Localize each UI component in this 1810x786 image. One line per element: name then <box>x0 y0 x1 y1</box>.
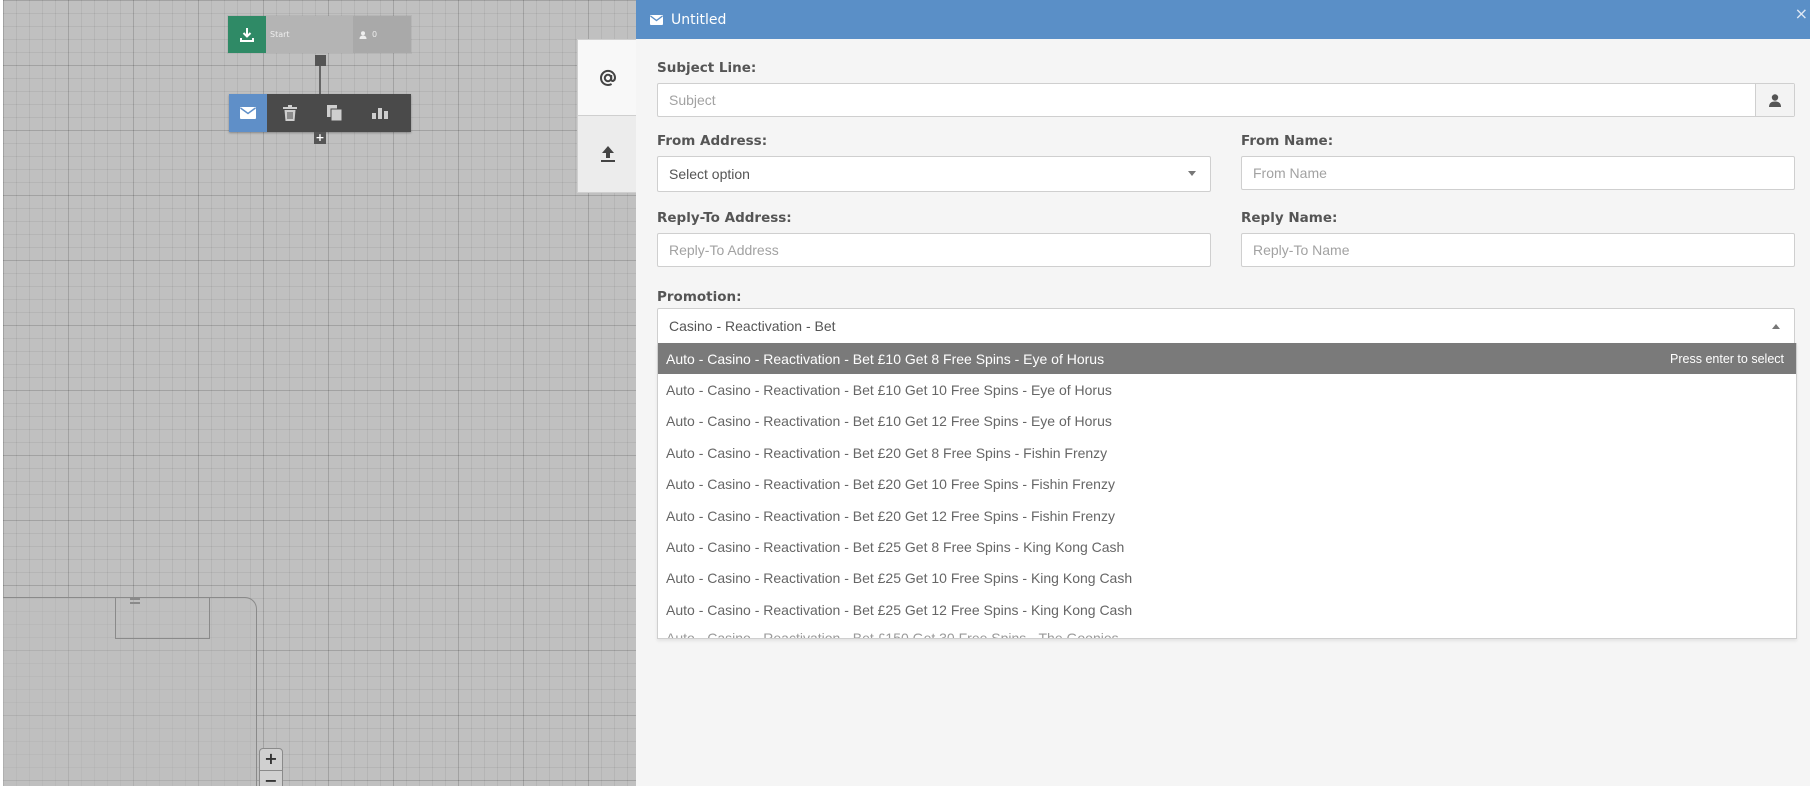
from-address-value: Select option <box>669 166 750 182</box>
start-node[interactable]: Start 0 <box>228 16 411 53</box>
reply-to-address-input[interactable] <box>669 242 1210 258</box>
select-hint: Press enter to select <box>1670 351 1784 366</box>
panel-header: Untitled × <box>636 0 1810 39</box>
subject-field[interactable] <box>657 83 1795 117</box>
promotion-option[interactable]: Auto - Casino - Reactivation - Bet £10 G… <box>658 374 1796 405</box>
stats-button[interactable] <box>357 94 402 132</box>
tab-email-details[interactable] <box>577 39 637 116</box>
promotion-option[interactable]: Auto - Casino - Reactivation - Bet £20 G… <box>658 500 1796 531</box>
start-node-label: Start <box>266 16 353 53</box>
subject-label: Subject Line: <box>657 60 757 76</box>
start-node-count: 0 <box>353 16 411 53</box>
upload-icon <box>600 146 615 162</box>
promotion-label: Promotion: <box>657 289 742 305</box>
email-node-envelope[interactable] <box>229 94 267 132</box>
panel-tabs <box>577 39 637 193</box>
minimap[interactable] <box>3 597 257 786</box>
trash-icon <box>282 105 297 121</box>
chevron-down-icon <box>1188 171 1196 176</box>
user-icon <box>359 30 367 39</box>
delete-button[interactable] <box>267 94 312 132</box>
reply-name-input[interactable] <box>1253 242 1794 258</box>
personalize-button[interactable] <box>1755 84 1794 116</box>
email-settings-panel: Untitled × Subject Line: From Address: S… <box>636 0 1810 786</box>
promotion-option[interactable]: Auto - Casino - Reactivation - Bet £20 G… <box>658 469 1796 500</box>
user-icon <box>1769 93 1781 107</box>
envelope-icon <box>240 107 256 119</box>
reply-to-address-field[interactable] <box>657 233 1211 267</box>
from-name-field[interactable] <box>1241 156 1795 190</box>
promotion-search[interactable]: Casino - Reactivation - Bet <box>657 308 1795 344</box>
envelope-icon <box>650 14 663 25</box>
close-button[interactable]: × <box>1795 4 1808 23</box>
start-count-value: 0 <box>372 30 378 39</box>
promotion-option[interactable]: Auto - Casino - Reactivation - Bet £25 G… <box>658 563 1796 594</box>
reply-name-field[interactable] <box>1241 233 1795 267</box>
promotion-option[interactable]: Auto - Casino - Reactivation - Bet £10 G… <box>658 343 1796 375</box>
at-sign-icon <box>599 69 616 86</box>
download-icon <box>228 16 266 53</box>
promotion-value[interactable]: Casino - Reactivation - Bet <box>669 318 836 334</box>
promotion-option[interactable]: Auto - Casino - Reactivation - Bet £25 G… <box>658 594 1796 625</box>
bar-chart-icon <box>371 108 388 119</box>
email-node[interactable] <box>229 94 411 132</box>
chevron-up-icon <box>1772 324 1780 329</box>
connector-handle[interactable] <box>315 55 326 66</box>
promotion-option[interactable]: Auto - Casino - Reactivation - Bet £10 G… <box>658 406 1796 437</box>
add-node-button[interactable]: + <box>314 132 326 144</box>
copy-icon <box>327 105 342 121</box>
zoom-out-button[interactable]: − <box>259 770 283 786</box>
reply-name-label: Reply Name: <box>1241 210 1338 226</box>
panel-title: Untitled <box>671 11 727 28</box>
from-address-label: From Address: <box>657 133 768 149</box>
reply-to-address-label: Reply-To Address: <box>657 210 792 226</box>
promotion-dropdown[interactable]: Auto - Casino - Reactivation - Bet £10 G… <box>657 343 1797 639</box>
copy-button[interactable] <box>312 94 357 132</box>
zoom-in-button[interactable]: + <box>259 748 283 772</box>
promotion-option[interactable]: Auto - Casino - Reactivation - Bet £20 G… <box>658 437 1796 468</box>
from-name-input[interactable] <box>1253 165 1794 181</box>
from-name-label: From Name: <box>1241 133 1334 149</box>
connector-line <box>319 66 321 94</box>
tab-upload[interactable] <box>577 116 637 193</box>
minimap-node <box>130 598 140 604</box>
workflow-canvas[interactable]: Start 0 + + − <box>3 0 636 786</box>
from-address-select[interactable]: Select option <box>657 156 1211 192</box>
subject-input[interactable] <box>669 92 1794 108</box>
promotion-option[interactable]: Auto - Casino - Reactivation - Bet £150 … <box>658 626 1796 638</box>
promotion-option[interactable]: Auto - Casino - Reactivation - Bet £25 G… <box>658 531 1796 562</box>
